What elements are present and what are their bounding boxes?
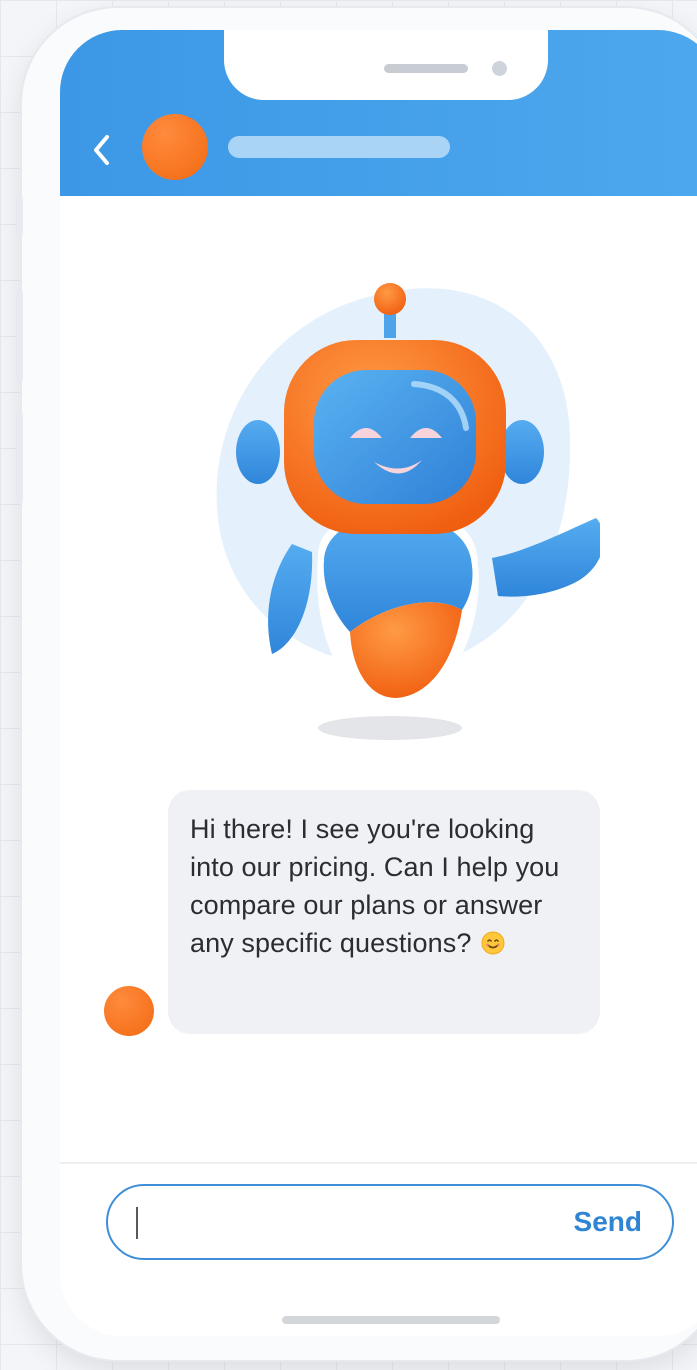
phone-volume-button <box>16 290 23 382</box>
message-text: Hi there! I see you're looking into our … <box>190 810 580 962</box>
home-indicator[interactable] <box>282 1316 500 1324</box>
send-button[interactable]: Send <box>574 1206 642 1238</box>
front-camera <box>492 61 507 76</box>
contact-name-placeholder <box>228 136 450 158</box>
message-input[interactable] <box>144 1200 528 1246</box>
phone-side-button <box>16 196 23 236</box>
chat-screen: Hi there! I see you're looking into our … <box>60 30 697 1336</box>
bot-avatar <box>142 114 208 180</box>
composer-divider <box>60 1162 697 1164</box>
phone-volume-button <box>16 412 23 504</box>
smiling-face-icon <box>481 931 505 955</box>
speaker-grille <box>384 64 468 73</box>
bot-message-avatar <box>104 986 154 1036</box>
phone-frame: Hi there! I see you're looking into our … <box>16 8 697 1360</box>
chevron-left-icon[interactable] <box>88 130 114 170</box>
robot-illustration <box>216 283 600 740</box>
text-cursor <box>136 1207 138 1239</box>
message-composer: Send <box>106 1184 674 1260</box>
bot-message-bubble: Hi there! I see you're looking into our … <box>168 790 600 1034</box>
phone-notch <box>224 30 548 100</box>
